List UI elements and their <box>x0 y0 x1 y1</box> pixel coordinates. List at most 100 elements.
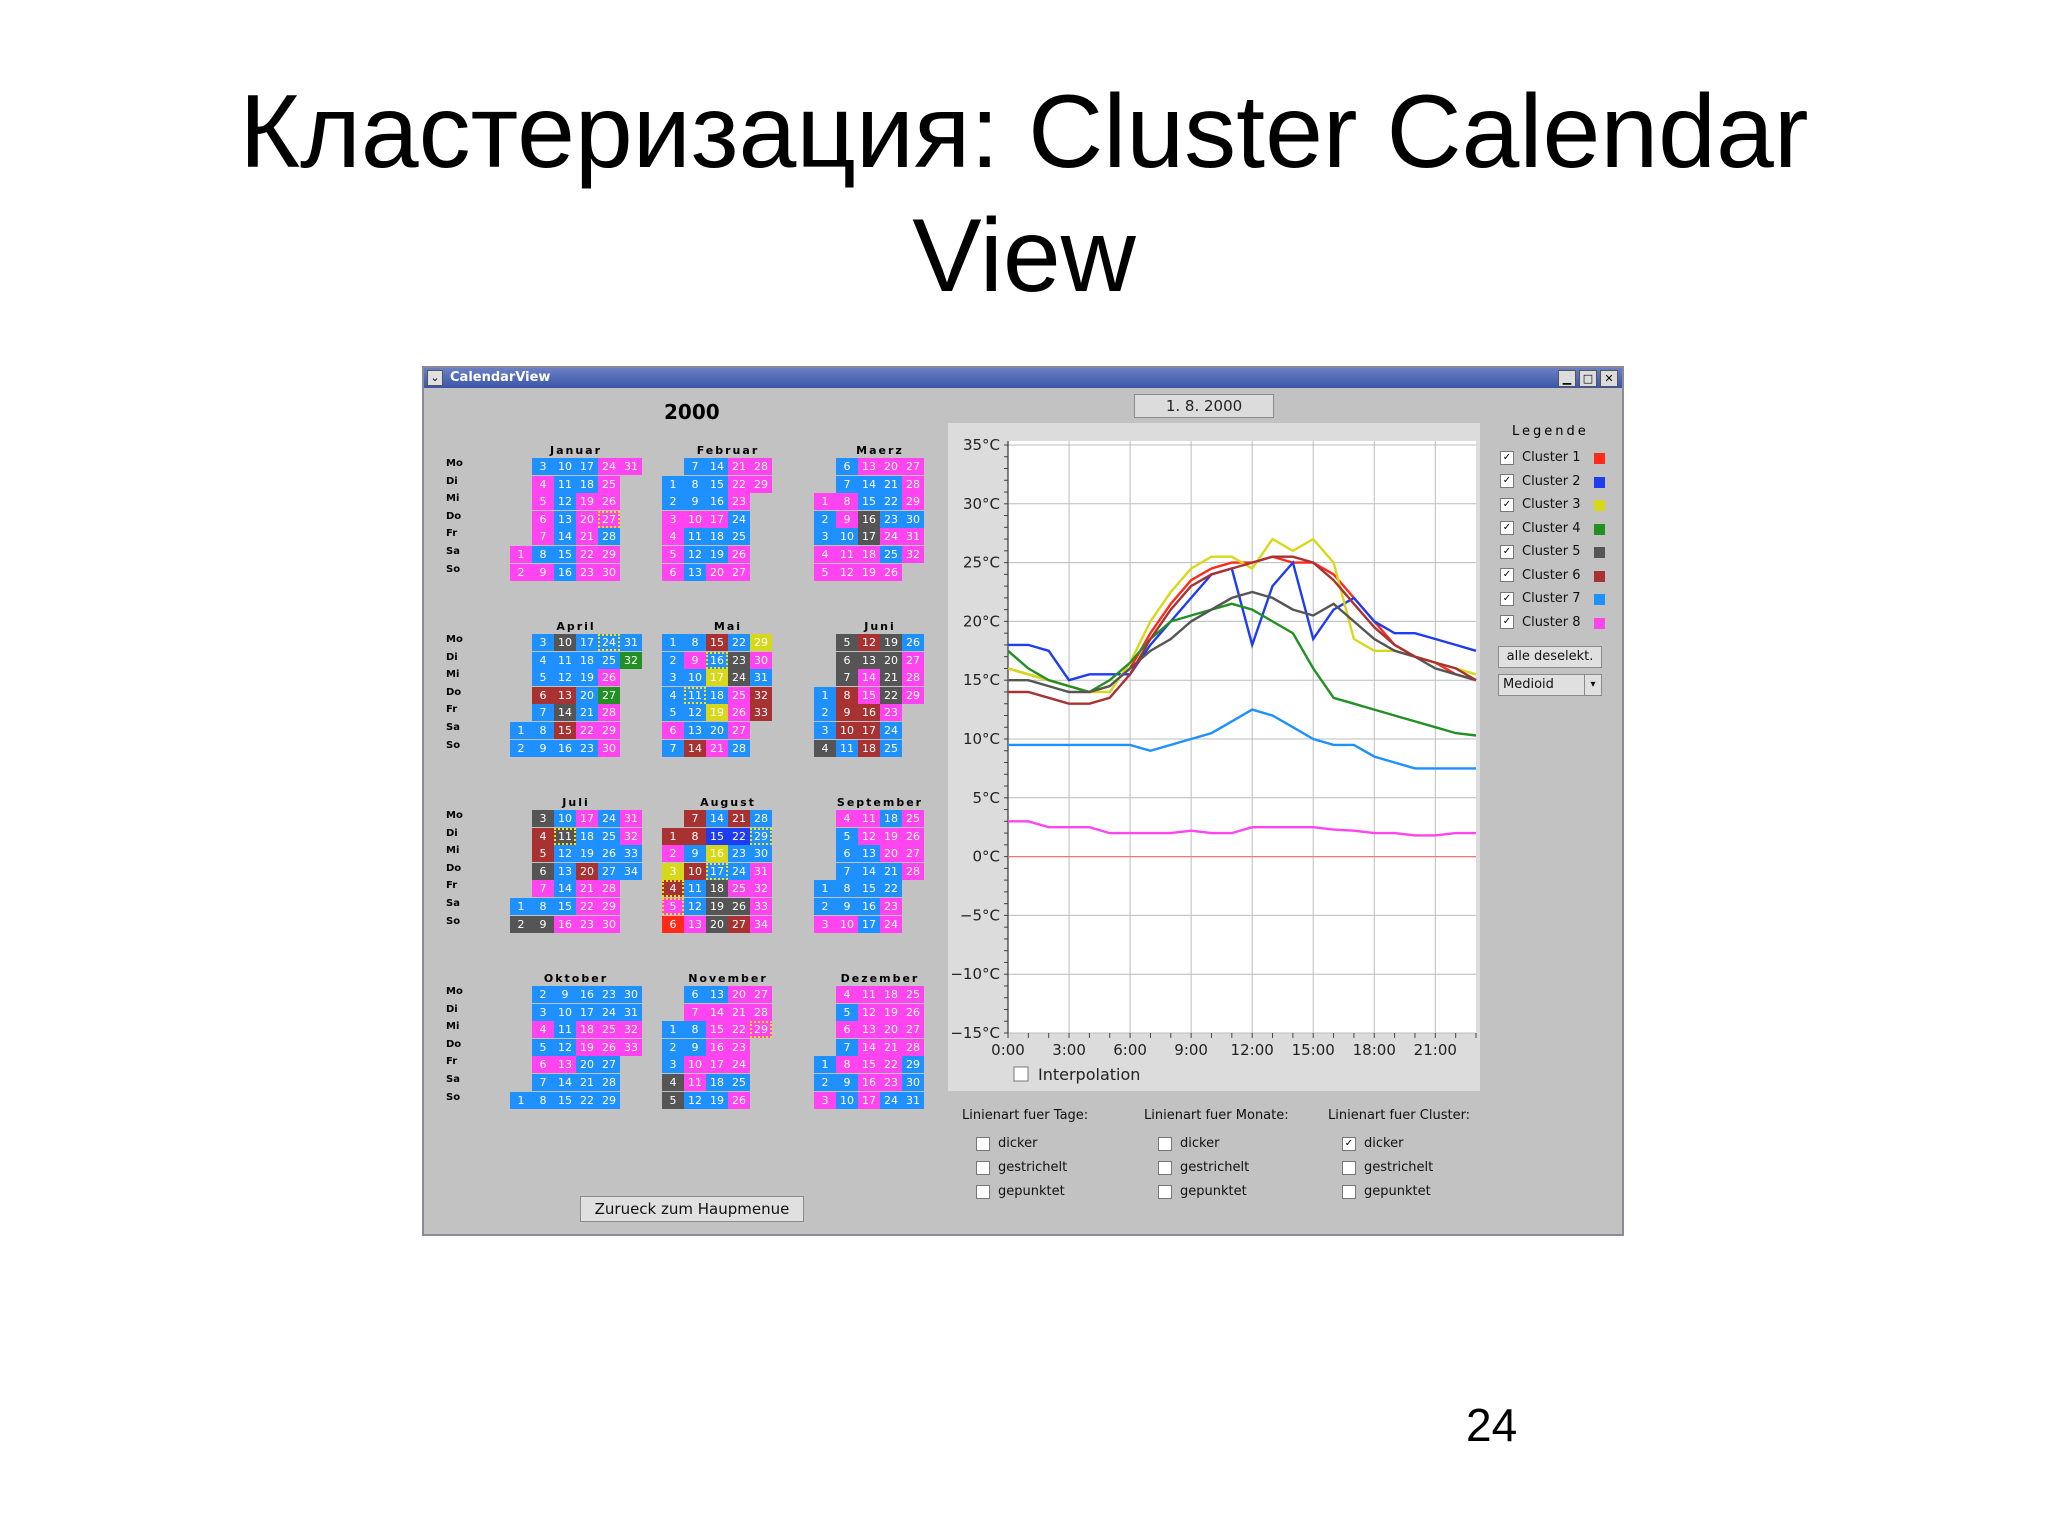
day-cell[interactable]: 29 <box>902 1056 924 1074</box>
day-cell[interactable]: 16 <box>858 898 880 915</box>
day-cell[interactable]: 8 <box>684 827 706 845</box>
option-gestrichelt[interactable]: gestrichelt <box>976 1160 1067 1175</box>
day-cell[interactable]: 28 <box>728 739 750 757</box>
day-cell[interactable]: 10 <box>554 810 576 827</box>
day-cell[interactable]: 11 <box>836 546 858 563</box>
day-cell[interactable]: 15 <box>706 1021 728 1039</box>
day-cell[interactable]: 7 <box>532 704 554 722</box>
day-cell[interactable]: 30 <box>750 845 772 863</box>
day-cell[interactable]: 10 <box>836 722 858 739</box>
day-cell[interactable]: 32 <box>750 880 772 898</box>
day-cell[interactable]: 13 <box>858 458 880 475</box>
day-cell[interactable]: 20 <box>728 986 750 1003</box>
day-cell[interactable]: 21 <box>880 475 902 493</box>
day-cell[interactable]: 8 <box>836 686 858 704</box>
day-cell[interactable]: 1 <box>814 493 836 511</box>
day-cell[interactable]: 28 <box>750 458 772 475</box>
legend-checkbox[interactable]: ✓ <box>1500 544 1514 559</box>
day-cell[interactable]: 8 <box>532 546 554 563</box>
interpolation-checkbox[interactable] <box>1013 1066 1029 1082</box>
legend-checkbox[interactable]: ✓ <box>1500 615 1514 629</box>
day-cell[interactable]: 2 <box>662 493 684 511</box>
day-cell[interactable]: 21 <box>576 528 598 546</box>
day-cell[interactable]: 8 <box>532 1091 554 1109</box>
day-cell[interactable]: 4 <box>662 686 684 704</box>
day-cell[interactable]: 20 <box>880 458 902 475</box>
day-cell[interactable]: 2 <box>532 986 554 1003</box>
option-checkbox[interactable] <box>1342 1184 1356 1199</box>
day-cell[interactable]: 6 <box>662 563 684 581</box>
day-cell[interactable]: 3 <box>532 634 554 651</box>
day-cell[interactable]: 20 <box>706 563 728 581</box>
option-checkbox[interactable] <box>976 1160 990 1175</box>
day-cell[interactable]: 7 <box>836 1038 858 1056</box>
day-cell[interactable]: 3 <box>532 458 554 475</box>
day-cell[interactable]: 29 <box>902 493 924 511</box>
legend-checkbox[interactable]: ✓ <box>1500 474 1514 488</box>
day-cell[interactable]: 3 <box>814 1091 836 1109</box>
day-cell[interactable]: 2 <box>814 898 836 915</box>
day-cell[interactable]: 29 <box>902 686 924 704</box>
day-cell[interactable]: 11 <box>684 686 706 704</box>
day-cell[interactable]: 19 <box>858 563 880 581</box>
day-cell[interactable]: 16 <box>706 1038 728 1056</box>
day-cell[interactable]: 23 <box>880 510 902 528</box>
day-cell[interactable]: 27 <box>728 915 750 933</box>
option-gestrichelt[interactable]: gestrichelt <box>1158 1160 1249 1175</box>
option-checkbox[interactable] <box>1158 1136 1172 1151</box>
day-cell[interactable]: 20 <box>706 722 728 739</box>
day-cell[interactable]: 3 <box>662 669 684 687</box>
day-cell[interactable]: 21 <box>728 458 750 475</box>
day-cell[interactable]: 16 <box>706 493 728 511</box>
day-cell[interactable]: 11 <box>858 810 880 827</box>
deselect-all-button[interactable]: alle deselekt. <box>1498 646 1602 668</box>
day-cell[interactable]: 10 <box>836 528 858 546</box>
day-cell[interactable]: 21 <box>728 810 750 827</box>
day-cell[interactable]: 10 <box>684 1056 706 1074</box>
day-cell[interactable]: 27 <box>902 458 924 475</box>
legend-item-cluster-6[interactable]: ✓ Cluster 6 <box>1500 568 1610 586</box>
day-cell[interactable]: 10 <box>836 1091 858 1109</box>
day-cell[interactable]: 26 <box>880 563 902 581</box>
day-cell[interactable]: 4 <box>836 986 858 1003</box>
day-cell[interactable]: 9 <box>684 651 706 669</box>
day-cell[interactable]: 24 <box>880 722 902 739</box>
day-cell[interactable]: 32 <box>750 686 772 704</box>
day-cell[interactable]: 8 <box>684 1021 706 1039</box>
day-cell[interactable]: 30 <box>750 651 772 669</box>
day-cell[interactable]: 20 <box>880 1021 902 1039</box>
option-gepunktet[interactable]: gepunktet <box>1158 1184 1247 1199</box>
day-cell[interactable]: 15 <box>706 475 728 493</box>
day-cell[interactable]: 25 <box>728 686 750 704</box>
day-cell[interactable]: 18 <box>858 546 880 563</box>
day-cell[interactable]: 7 <box>684 1003 706 1021</box>
day-cell[interactable]: 19 <box>706 1091 728 1109</box>
day-cell[interactable]: 17 <box>858 528 880 546</box>
day-cell[interactable]: 6 <box>532 510 554 528</box>
day-cell[interactable]: 3 <box>662 510 684 528</box>
day-cell[interactable]: 6 <box>836 458 858 475</box>
day-cell[interactable]: 2 <box>814 510 836 528</box>
day-cell[interactable]: 8 <box>684 475 706 493</box>
day-cell[interactable]: 22 <box>728 827 750 845</box>
day-cell[interactable]: 9 <box>836 1074 858 1091</box>
legend-checkbox[interactable]: ✓ <box>1500 568 1514 582</box>
day-cell[interactable]: 13 <box>706 986 728 1003</box>
day-cell[interactable]: 31 <box>902 1091 924 1109</box>
day-cell[interactable]: 4 <box>662 880 684 898</box>
day-cell[interactable]: 24 <box>598 634 620 651</box>
day-cell[interactable]: 2 <box>510 915 532 933</box>
day-cell[interactable]: 12 <box>684 1091 706 1109</box>
option-gepunktet[interactable]: gepunktet <box>1342 1184 1431 1199</box>
day-cell[interactable]: 3 <box>814 915 836 933</box>
day-cell[interactable]: 6 <box>836 1021 858 1039</box>
selected-date-field[interactable]: 1. 8. 2000 <box>1134 394 1274 418</box>
day-cell[interactable]: 29 <box>598 722 620 739</box>
day-cell[interactable]: 27 <box>902 651 924 669</box>
day-cell[interactable]: 7 <box>684 810 706 827</box>
day-cell[interactable]: 4 <box>532 475 554 493</box>
day-cell[interactable]: 26 <box>598 1038 620 1056</box>
day-cell[interactable]: 5 <box>532 1038 554 1056</box>
day-cell[interactable]: 26 <box>728 704 750 722</box>
day-cell[interactable]: 11 <box>858 986 880 1003</box>
